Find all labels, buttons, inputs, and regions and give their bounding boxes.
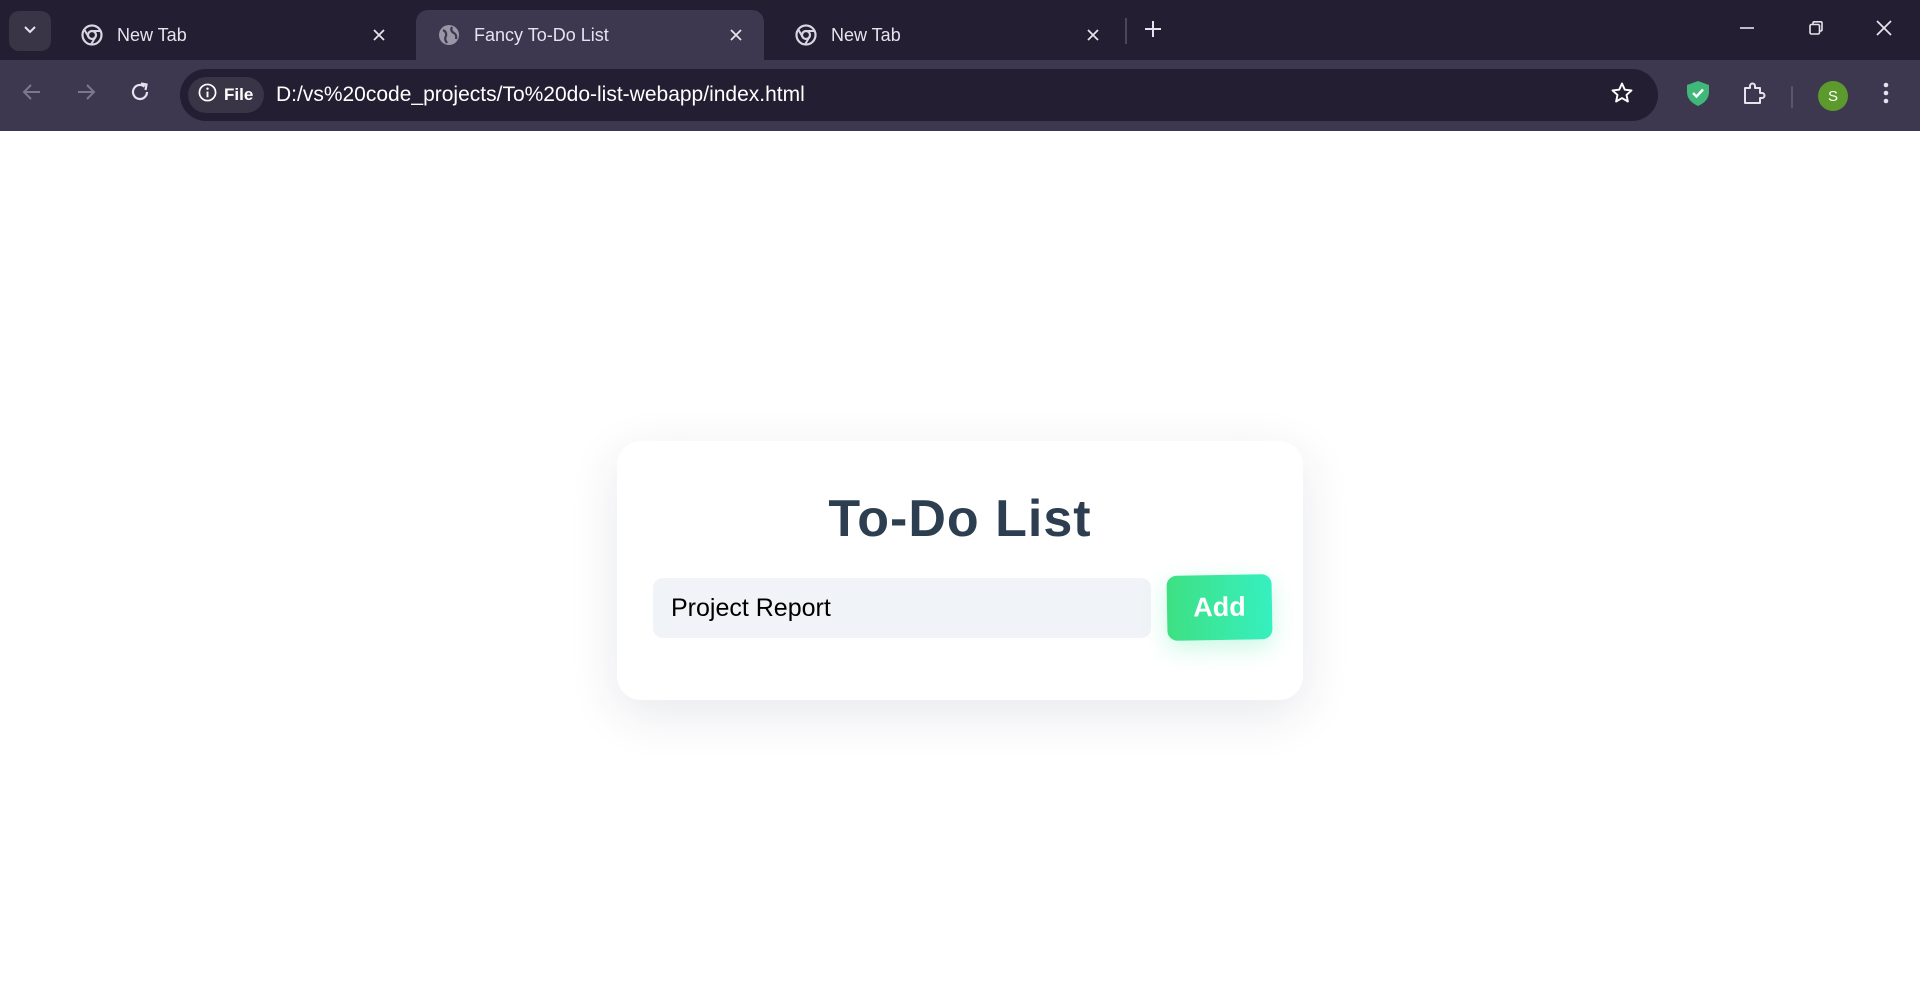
puzzle-icon <box>1741 80 1767 111</box>
arrow-left-icon <box>21 81 43 108</box>
info-icon <box>198 83 224 107</box>
tab-fancy-to-do-list[interactable]: Fancy To-Do List <box>416 10 764 60</box>
kebab-menu-icon <box>1882 81 1890 110</box>
close-tab-icon[interactable] <box>726 25 746 45</box>
chrome-icon <box>81 24 103 46</box>
shield-icon <box>1684 79 1712 112</box>
tab-label: New Tab <box>117 24 187 45</box>
tab-label: New Tab <box>831 24 901 45</box>
chrome-icon <box>795 24 817 46</box>
shield-extension-button[interactable] <box>1681 78 1715 112</box>
back-button[interactable] <box>14 76 50 112</box>
restore-button[interactable] <box>1798 14 1834 46</box>
close-icon <box>1876 19 1892 41</box>
site-info-label: File <box>224 85 254 104</box>
browser-toolbar: File D:/vs%20code_projects/To%20do-list-… <box>0 60 1920 131</box>
extensions-button[interactable] <box>1737 78 1771 112</box>
task-input[interactable] <box>653 578 1151 638</box>
tab-label: Fancy To-Do List <box>474 24 609 45</box>
profile-initial: S <box>1827 87 1838 105</box>
globe-icon <box>438 24 460 46</box>
profile-avatar[interactable]: S <box>1818 81 1848 111</box>
close-tab-icon[interactable] <box>369 25 389 45</box>
restore-icon <box>1808 20 1824 41</box>
minimize-icon <box>1739 20 1755 41</box>
toolbar-divider <box>1791 86 1793 108</box>
tab-new-tab-1[interactable]: New Tab <box>59 10 407 60</box>
add-button[interactable]: Add <box>1166 574 1273 641</box>
address-bar[interactable]: File D:/vs%20code_projects/To%20do-list-… <box>180 69 1658 121</box>
star-icon <box>1610 81 1634 110</box>
close-window-button[interactable] <box>1866 14 1902 46</box>
close-tab-icon[interactable] <box>1083 25 1103 45</box>
chevron-down-icon <box>22 21 38 42</box>
tab-new-tab-2[interactable]: New Tab <box>773 10 1121 60</box>
new-tab-button[interactable] <box>1138 16 1168 46</box>
forward-button[interactable] <box>68 76 104 112</box>
arrow-right-icon <box>75 81 97 108</box>
reload-icon <box>129 81 151 108</box>
page-title: To-Do List <box>828 490 1092 548</box>
site-info-chip[interactable]: File <box>188 77 264 113</box>
url-text[interactable]: D:/vs%20code_projects/To%20do-list-webap… <box>276 83 805 107</box>
plus-icon <box>1144 20 1162 43</box>
minimize-button[interactable] <box>1729 14 1765 46</box>
bookmark-button[interactable] <box>1608 81 1636 109</box>
tab-divider <box>1125 18 1127 44</box>
browser-menu-button[interactable] <box>1869 78 1903 112</box>
todo-card: To-Do List Add <box>617 441 1303 700</box>
tab-search-button[interactable] <box>9 11 51 51</box>
reload-button[interactable] <box>122 76 158 112</box>
tab-strip: New Tab Fancy To-Do List New Tab <box>0 0 1920 60</box>
